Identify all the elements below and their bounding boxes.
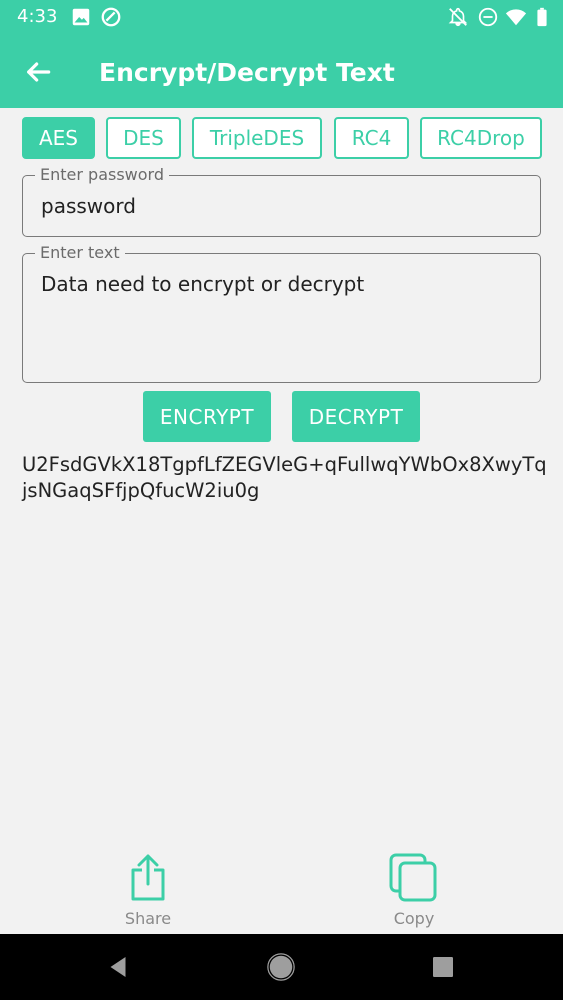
sync-notification-icon xyxy=(101,7,121,27)
encrypt-button[interactable]: ENCRYPT xyxy=(143,391,271,442)
app-bar: 4:33 Encrypt/Decrypt Text xyxy=(0,0,563,108)
share-icon xyxy=(131,854,165,901)
text-input[interactable]: Data need to encrypt or decrypt xyxy=(41,272,364,296)
back-arrow-icon[interactable] xyxy=(22,56,54,88)
text-field-label: Enter text xyxy=(35,243,125,262)
status-time: 4:33 xyxy=(17,6,58,27)
share-action[interactable]: Share xyxy=(103,852,193,932)
status-bar: 4:33 xyxy=(0,0,563,36)
copy-label: Copy xyxy=(393,909,435,928)
wifi-icon xyxy=(505,9,527,26)
result-text: U2FsdGVkX18TgpfLfZEGVleG+qFullwqYWbOx8Xw… xyxy=(22,453,547,502)
nav-back-icon[interactable] xyxy=(103,952,133,982)
nav-recents-icon[interactable] xyxy=(428,952,458,982)
copy-icon xyxy=(389,853,437,902)
decrypt-button[interactable]: DECRYPT xyxy=(292,391,420,442)
algorithm-chip-rc4[interactable]: RC4 xyxy=(334,117,409,159)
algorithm-chip-aes[interactable]: AES xyxy=(22,117,95,159)
algorithm-chip-rc4drop[interactable]: RC4Drop xyxy=(420,117,542,159)
password-field-label: Enter password xyxy=(35,165,169,184)
password-input[interactable]: password xyxy=(41,194,136,218)
algorithm-chip-des[interactable]: DES xyxy=(106,117,181,159)
algorithm-chip-tripledes[interactable]: TripleDES xyxy=(192,117,322,159)
share-label: Share xyxy=(124,909,172,928)
do-not-disturb-icon xyxy=(478,7,498,27)
app-screen: 4:33 Encrypt/Decrypt Text AES DES Triple… xyxy=(0,0,563,1000)
nav-home-icon[interactable] xyxy=(266,952,296,982)
password-field[interactable]: Enter password password xyxy=(22,165,541,237)
copy-action[interactable]: Copy xyxy=(369,852,459,932)
algorithm-selector: AES DES TripleDES RC4 RC4Drop xyxy=(22,117,542,159)
bell-off-icon xyxy=(448,7,468,27)
text-field[interactable]: Enter text Data need to encrypt or decry… xyxy=(22,243,541,383)
system-navigation-bar xyxy=(0,934,563,1000)
battery-icon xyxy=(537,7,547,27)
image-notification-icon xyxy=(72,8,90,26)
page-title: Encrypt/Decrypt Text xyxy=(99,58,395,87)
